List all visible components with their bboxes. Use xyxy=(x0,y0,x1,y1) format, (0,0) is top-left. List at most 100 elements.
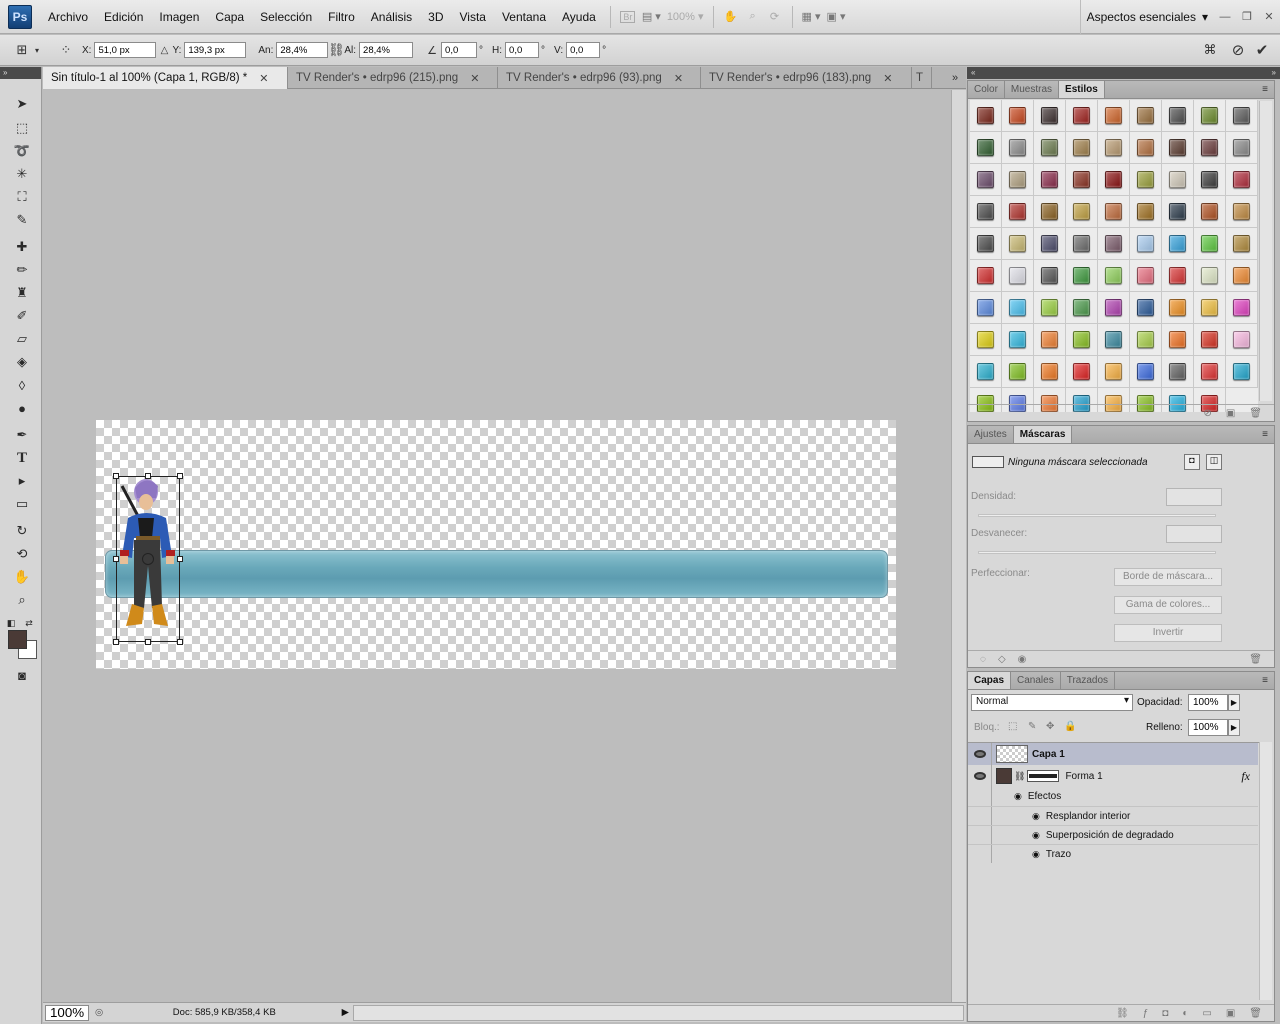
style-swatch[interactable] xyxy=(1034,324,1066,356)
style-swatch[interactable] xyxy=(1034,260,1066,292)
transform-pivot-icon[interactable] xyxy=(142,553,154,565)
close-icon[interactable]: ✕ xyxy=(883,72,892,85)
screen-mode-button[interactable]: ▣ ▾ xyxy=(824,6,849,28)
eye-icon[interactable]: ◉ xyxy=(1032,811,1040,822)
marquee-tool-icon[interactable]: ⬚ xyxy=(9,117,35,139)
clone-stamp-tool-icon[interactable]: ♜ xyxy=(9,282,35,304)
arrange-documents-button[interactable]: ▦ ▾ xyxy=(799,6,824,28)
style-swatch[interactable] xyxy=(1002,132,1034,164)
style-swatch[interactable] xyxy=(1226,260,1258,292)
style-swatch[interactable] xyxy=(970,132,1002,164)
fill-field[interactable] xyxy=(1188,719,1228,736)
paint-bucket-tool-icon[interactable]: ◈ xyxy=(9,351,35,373)
style-swatch[interactable] xyxy=(1034,164,1066,196)
trash-icon[interactable]: 🗑 xyxy=(1249,1008,1262,1019)
style-swatch[interactable] xyxy=(1226,164,1258,196)
style-swatch[interactable] xyxy=(1194,164,1226,196)
transform-handle[interactable] xyxy=(145,473,151,479)
tab-color[interactable]: Color xyxy=(968,81,1005,98)
style-swatch[interactable] xyxy=(1194,228,1226,260)
style-swatch[interactable] xyxy=(1130,292,1162,324)
style-swatch[interactable] xyxy=(1066,260,1098,292)
style-swatch[interactable] xyxy=(1194,260,1226,292)
style-swatch[interactable] xyxy=(1162,164,1194,196)
transform-handle[interactable] xyxy=(113,473,119,479)
style-swatch[interactable] xyxy=(1226,324,1258,356)
fx-icon[interactable]: ƒ xyxy=(1143,1008,1149,1019)
style-swatch[interactable] xyxy=(1034,228,1066,260)
3d-rotate-tool-icon[interactable]: ↻ xyxy=(9,520,35,542)
lock-transparency-icon[interactable]: ⬚ xyxy=(1008,721,1017,732)
color-range-button[interactable]: Gama de colores... xyxy=(1114,596,1222,614)
density-slider[interactable] xyxy=(978,514,1216,517)
eye-icon[interactable]: ◉ xyxy=(1032,830,1040,841)
panel-menu-icon[interactable]: ≡ xyxy=(1256,672,1274,689)
menu-imagen[interactable]: Imagen xyxy=(151,0,207,34)
horizontal-scrollbar[interactable] xyxy=(353,1004,964,1021)
hand-tool-icon[interactable]: ✋ xyxy=(9,566,35,588)
style-swatch[interactable] xyxy=(1130,164,1162,196)
blend-mode-select[interactable]: Normal ▾ xyxy=(971,694,1133,711)
width-field[interactable] xyxy=(276,42,329,58)
brush-tool-icon[interactable]: ✏ xyxy=(9,259,35,281)
tab-estilos[interactable]: Estilos xyxy=(1059,81,1105,98)
style-swatch[interactable] xyxy=(1002,260,1034,292)
style-swatch[interactable] xyxy=(1002,292,1034,324)
minimize-button[interactable]: — xyxy=(1214,11,1236,23)
effects-row[interactable]: ◉ Efectos xyxy=(968,787,1258,806)
styles-scrollbar[interactable] xyxy=(1259,101,1272,401)
blur-tool-icon[interactable]: ◊ xyxy=(9,374,35,396)
style-swatch[interactable] xyxy=(1034,196,1066,228)
mask-edge-button[interactable]: Borde de máscara... xyxy=(1114,568,1222,586)
link-icon[interactable]: ⛓ xyxy=(328,40,345,60)
style-swatch[interactable] xyxy=(1226,100,1258,132)
tab-render-183[interactable]: TV Render's • edrp96 (183).png ✕ xyxy=(701,67,912,89)
menu-edicion[interactable]: Edición xyxy=(96,0,151,34)
style-swatch[interactable] xyxy=(1002,228,1034,260)
style-swatch[interactable] xyxy=(970,356,1002,388)
lasso-tool-icon[interactable]: ➰ xyxy=(9,140,35,162)
close-icon[interactable]: ✕ xyxy=(259,72,268,85)
invert-button[interactable]: Invertir xyxy=(1114,624,1222,642)
style-swatch[interactable] xyxy=(1066,292,1098,324)
cancel-transform-icon[interactable]: ⊘ xyxy=(1228,40,1248,60)
style-swatch[interactable] xyxy=(970,196,1002,228)
tab-render-93[interactable]: TV Render's • edrp96 (93).png ✕ xyxy=(498,67,701,89)
style-swatch[interactable] xyxy=(970,228,1002,260)
close-button[interactable]: ✕ xyxy=(1258,10,1280,23)
lock-image-icon[interactable]: ✎ xyxy=(1028,721,1036,732)
menu-3d[interactable]: 3D xyxy=(420,0,451,34)
style-swatch[interactable] xyxy=(1130,324,1162,356)
crop-tool-icon[interactable]: ⛶ xyxy=(9,186,35,208)
tool-preset-icon[interactable]: ⊞ xyxy=(12,40,32,60)
style-swatch[interactable] xyxy=(1162,324,1194,356)
close-icon[interactable]: ✕ xyxy=(470,72,479,85)
dodge-tool-icon[interactable]: ● xyxy=(9,397,35,419)
reference-point-icon[interactable]: ⁘ xyxy=(56,40,76,60)
style-swatch[interactable] xyxy=(1002,356,1034,388)
opacity-slider-arrow[interactable]: ▶ xyxy=(1228,694,1240,711)
panel-menu-icon[interactable]: ≡ xyxy=(1256,426,1274,443)
layer-row-forma-1[interactable]: ⛓ Forma 1 fx xyxy=(968,765,1258,787)
opacity-field[interactable] xyxy=(1188,694,1228,711)
style-swatch[interactable] xyxy=(1226,292,1258,324)
style-swatch[interactable] xyxy=(1226,132,1258,164)
style-swatch[interactable] xyxy=(1226,196,1258,228)
style-swatch[interactable] xyxy=(1162,196,1194,228)
style-swatch[interactable] xyxy=(1130,196,1162,228)
chevron-down-icon[interactable]: ▾ xyxy=(32,40,42,60)
eyedropper-tool-icon[interactable]: ✎ xyxy=(9,209,35,231)
pen-tool-icon[interactable]: ✒ xyxy=(9,424,35,446)
menu-vista[interactable]: Vista xyxy=(452,0,494,34)
style-swatch[interactable] xyxy=(1002,100,1034,132)
style-swatch[interactable] xyxy=(1034,100,1066,132)
vector-mask-thumbnail[interactable] xyxy=(1027,770,1060,782)
style-swatch[interactable] xyxy=(970,260,1002,292)
rotation-field[interactable] xyxy=(441,42,478,58)
style-swatch[interactable] xyxy=(1098,292,1130,324)
apply-mask-icon[interactable]: ◇ xyxy=(998,654,1006,665)
status-menu-icon[interactable]: ◎ xyxy=(95,1007,103,1018)
style-swatch[interactable] xyxy=(1226,356,1258,388)
style-swatch[interactable] xyxy=(1162,100,1194,132)
path-selection-tool-icon[interactable]: ▸ xyxy=(9,470,35,492)
